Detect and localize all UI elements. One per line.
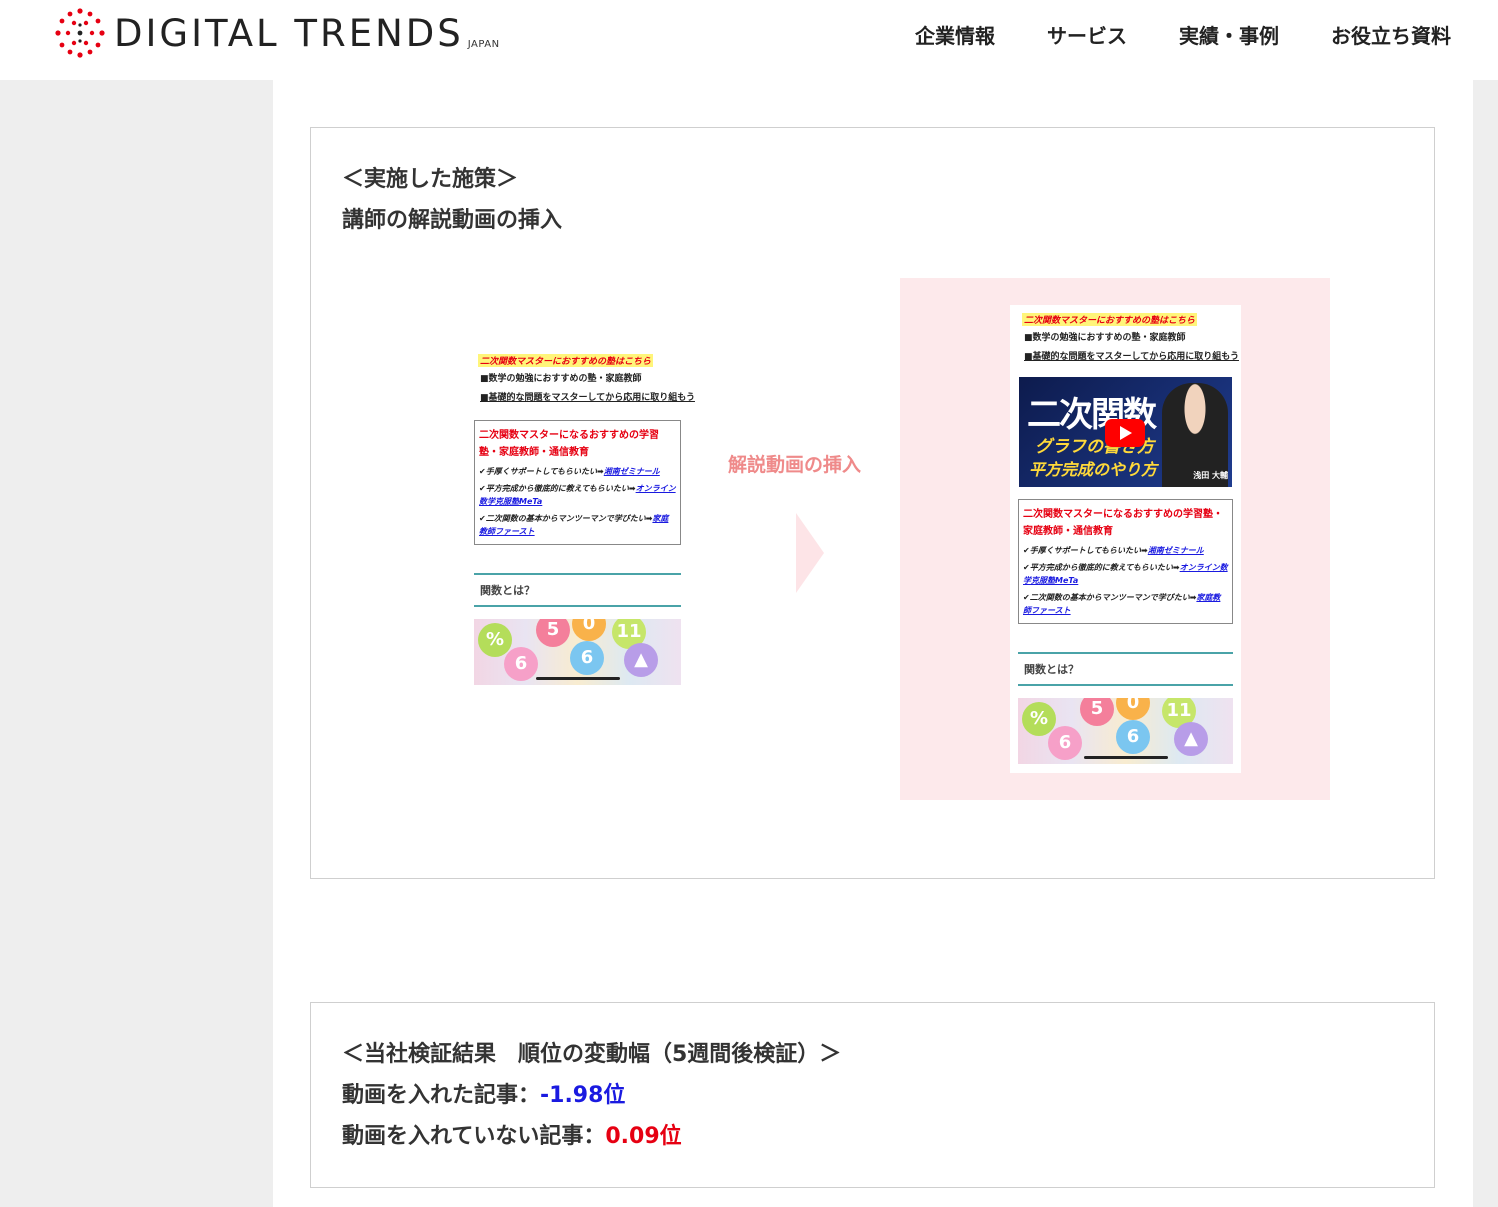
- recommend-box: 二次関数マスターになるおすすめの学習塾・家庭教師・通信教育 ✔手厚くサポートして…: [474, 420, 681, 545]
- main-content: ＜実施した施策＞ 講師の解説動画の挿入 二次関数マスターにおすすめの塾はこちら …: [273, 80, 1473, 1207]
- nav-services[interactable]: サービス: [1047, 20, 1127, 49]
- recommend-item: ✔平方完成から徹底的に教えてもらいたい➡オンライン数学克服塾MeTa: [1023, 563, 1228, 585]
- recommend-box: 二次関数マスターになるおすすめの学習塾・家庭教師・通信教育 ✔手厚くサポートして…: [1018, 499, 1233, 624]
- arrow-label: 解説動画の挿入: [728, 454, 862, 476]
- result-label: 動画を入れた記事：: [342, 1083, 541, 1108]
- before-screenshot: 二次関数マスターにおすすめの塾はこちら ■数学の勉強におすすめの塾・家庭教師 ■…: [466, 348, 695, 698]
- global-nav: 企業情報 サービス 実績・事例 お役立ち資料: [915, 20, 1451, 49]
- video-thumbnail[interactable]: 二次関数 グラフの書き方 平方完成のやり方 浅田 大輔: [1019, 377, 1232, 487]
- highlight-text: 二次関数マスターにおすすめの塾はこちら: [1022, 313, 1198, 326]
- recommend-title: 二次関数マスターになるおすすめの学習塾・家庭教師・通信教育: [1023, 509, 1223, 537]
- home-indicator: [1083, 756, 1168, 759]
- measure-title: 講師の解説動画の挿入: [342, 208, 563, 233]
- numbers-image: % 5 0 11 6 6 ▲: [474, 619, 681, 685]
- result-value-without: 0.09位: [605, 1124, 682, 1149]
- after-screenshot: 二次関数マスターにおすすめの塾はこちら ■数学の勉強におすすめの塾・家庭教師 ■…: [1010, 305, 1241, 773]
- list-item: ■数学の勉強におすすめの塾・家庭教師: [1024, 333, 1186, 343]
- logo-text: DIGITAL TRENDS: [114, 11, 464, 55]
- result-heading: ＜当社検証結果 順位の変動幅（5週間後検証）＞: [342, 1042, 842, 1067]
- highlight-text: 二次関数マスターにおすすめの塾はこちら: [478, 354, 654, 367]
- nav-resources[interactable]: お役立ち資料: [1331, 20, 1451, 49]
- site-header: DIGITAL TRENDS JAPAN 企業情報 サービス 実績・事例 お役立…: [0, 0, 1498, 80]
- recommend-item: ✔二次関数の基本からマンツーマンで学びたい➡家庭教師ファースト: [1023, 593, 1221, 615]
- play-button-icon[interactable]: [1105, 419, 1145, 447]
- logo-dots-icon: [55, 8, 105, 58]
- result-box: ＜当社検証結果 順位の変動幅（5週間後検証）＞ 動画を入れた記事：-1.98位 …: [310, 1002, 1435, 1188]
- home-indicator: [535, 677, 620, 680]
- list-item: ■基礎的な問題をマスターしてから応用に取り組もう: [480, 393, 695, 403]
- result-label: 動画を入れていない記事：: [342, 1124, 606, 1149]
- recommend-item: ✔二次関数の基本からマンツーマンで学びたい➡家庭教師ファースト: [479, 514, 669, 536]
- result-value-with: -1.98位: [540, 1083, 626, 1108]
- result-with-video: 動画を入れた記事：-1.98位: [342, 1075, 841, 1116]
- site-logo[interactable]: DIGITAL TRENDS JAPAN: [54, 8, 500, 58]
- recommend-item: ✔手厚くサポートしてもらいたい➡湘南ゼミナール: [1023, 546, 1204, 555]
- measure-box: ＜実施した施策＞ 講師の解説動画の挿入 二次関数マスターにおすすめの塾はこちら …: [310, 127, 1435, 879]
- list-item: ■数学の勉強におすすめの塾・家庭教師: [480, 374, 642, 384]
- recommend-item: ✔平方完成から徹底的に教えてもらいたい➡オンライン数学克服塾MeTa: [479, 484, 676, 506]
- measure-heading: ＜実施した施策＞: [342, 167, 519, 192]
- nav-company[interactable]: 企業情報: [915, 20, 995, 49]
- section-title: 関数とは？: [1018, 652, 1233, 686]
- logo-sub: JAPAN: [467, 39, 500, 50]
- numbers-image: % 5 0 11 6 6 ▲: [1018, 698, 1233, 764]
- instructor-name: 浅田 大輔: [1193, 471, 1228, 480]
- recommend-item: ✔手厚くサポートしてもらいたい➡湘南ゼミナール: [479, 467, 660, 476]
- link-shonan[interactable]: 湘南ゼミナール: [604, 467, 660, 476]
- result-without-video: 動画を入れていない記事：0.09位: [342, 1116, 841, 1157]
- video-sub: 平方完成のやり方: [1029, 460, 1158, 479]
- arrow-right-icon: [796, 513, 824, 593]
- recommend-title: 二次関数マスターになるおすすめの学習塾・家庭教師・通信教育: [479, 430, 659, 458]
- nav-cases[interactable]: 実績・事例: [1179, 20, 1279, 49]
- list-item: ■基礎的な問題をマスターしてから応用に取り組もう: [1024, 352, 1239, 362]
- link-shonan[interactable]: 湘南ゼミナール: [1148, 546, 1204, 555]
- section-title: 関数とは？: [474, 573, 681, 607]
